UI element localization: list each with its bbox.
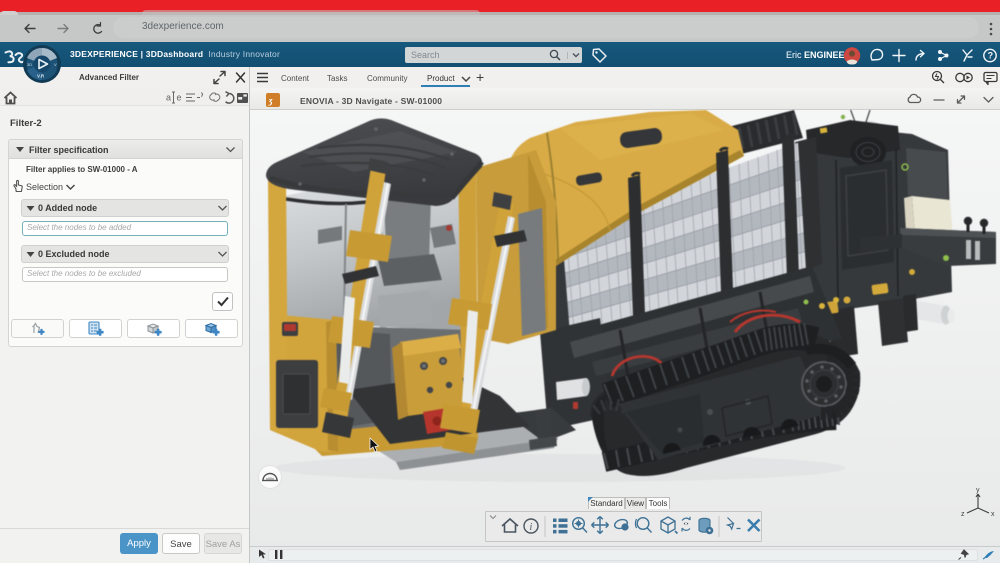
svg-text:z: z [961,511,965,518]
svg-text:ʒ: ʒ [268,96,274,106]
svg-text:x: x [991,511,995,518]
svg-text:a: a [166,93,171,103]
svg-text:3D: 3D [27,62,32,67]
svg-text:V: V [54,62,57,67]
svg-text:y: y [976,487,980,494]
svg-text:V.R: V.R [37,74,45,79]
svg-text:i: i [530,522,533,533]
svg-text:?: ? [988,51,994,61]
svg-text:e: e [177,93,182,103]
